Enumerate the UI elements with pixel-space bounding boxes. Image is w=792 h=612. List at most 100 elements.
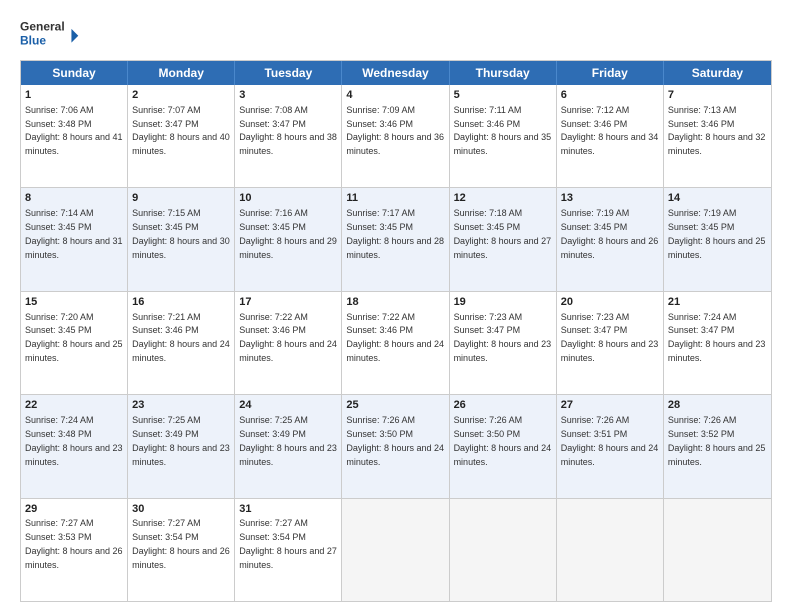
- weekday-header-thursday: Thursday: [450, 61, 557, 85]
- day-info: Sunrise: 7:23 AMSunset: 3:47 PMDaylight:…: [561, 312, 659, 363]
- day-cell-6: 6 Sunrise: 7:12 AMSunset: 3:46 PMDayligh…: [557, 85, 664, 187]
- calendar-row-4: 22 Sunrise: 7:24 AMSunset: 3:48 PMDaylig…: [21, 395, 771, 498]
- day-number: 12: [454, 191, 552, 206]
- day-info: Sunrise: 7:07 AMSunset: 3:47 PMDaylight:…: [132, 105, 230, 156]
- calendar: SundayMondayTuesdayWednesdayThursdayFrid…: [20, 60, 772, 602]
- day-info: Sunrise: 7:16 AMSunset: 3:45 PMDaylight:…: [239, 208, 337, 259]
- day-info: Sunrise: 7:22 AMSunset: 3:46 PMDaylight:…: [346, 312, 444, 363]
- day-number: 14: [668, 191, 767, 206]
- day-info: Sunrise: 7:22 AMSunset: 3:46 PMDaylight:…: [239, 312, 337, 363]
- weekday-header-friday: Friday: [557, 61, 664, 85]
- day-info: Sunrise: 7:27 AMSunset: 3:54 PMDaylight:…: [132, 518, 230, 569]
- day-cell-29: 29 Sunrise: 7:27 AMSunset: 3:53 PMDaylig…: [21, 499, 128, 601]
- day-info: Sunrise: 7:19 AMSunset: 3:45 PMDaylight:…: [668, 208, 766, 259]
- calendar-row-3: 15 Sunrise: 7:20 AMSunset: 3:45 PMDaylig…: [21, 292, 771, 395]
- day-cell-5: 5 Sunrise: 7:11 AMSunset: 3:46 PMDayligh…: [450, 85, 557, 187]
- day-cell-17: 17 Sunrise: 7:22 AMSunset: 3:46 PMDaylig…: [235, 292, 342, 394]
- day-number: 26: [454, 398, 552, 413]
- day-cell-30: 30 Sunrise: 7:27 AMSunset: 3:54 PMDaylig…: [128, 499, 235, 601]
- day-number: 9: [132, 191, 230, 206]
- day-number: 30: [132, 502, 230, 517]
- calendar-row-2: 8 Sunrise: 7:14 AMSunset: 3:45 PMDayligh…: [21, 188, 771, 291]
- day-number: 28: [668, 398, 767, 413]
- day-cell-21: 21 Sunrise: 7:24 AMSunset: 3:47 PMDaylig…: [664, 292, 771, 394]
- day-info: Sunrise: 7:09 AMSunset: 3:46 PMDaylight:…: [346, 105, 444, 156]
- day-cell-31: 31 Sunrise: 7:27 AMSunset: 3:54 PMDaylig…: [235, 499, 342, 601]
- weekday-header-wednesday: Wednesday: [342, 61, 449, 85]
- day-number: 31: [239, 502, 337, 517]
- day-number: 5: [454, 88, 552, 103]
- day-cell-13: 13 Sunrise: 7:19 AMSunset: 3:45 PMDaylig…: [557, 188, 664, 290]
- day-info: Sunrise: 7:24 AMSunset: 3:48 PMDaylight:…: [25, 415, 123, 466]
- calendar-body: 1 Sunrise: 7:06 AMSunset: 3:48 PMDayligh…: [21, 85, 771, 601]
- day-number: 13: [561, 191, 659, 206]
- weekday-header-saturday: Saturday: [664, 61, 771, 85]
- day-cell-10: 10 Sunrise: 7:16 AMSunset: 3:45 PMDaylig…: [235, 188, 342, 290]
- day-number: 11: [346, 191, 444, 206]
- svg-text:General: General: [20, 20, 65, 34]
- day-cell-28: 28 Sunrise: 7:26 AMSunset: 3:52 PMDaylig…: [664, 395, 771, 497]
- day-number: 4: [346, 88, 444, 103]
- day-info: Sunrise: 7:26 AMSunset: 3:50 PMDaylight:…: [346, 415, 444, 466]
- day-cell-4: 4 Sunrise: 7:09 AMSunset: 3:46 PMDayligh…: [342, 85, 449, 187]
- day-cell-26: 26 Sunrise: 7:26 AMSunset: 3:50 PMDaylig…: [450, 395, 557, 497]
- day-cell-empty: [557, 499, 664, 601]
- day-number: 24: [239, 398, 337, 413]
- page: General Blue SundayMondayTuesdayWednesda…: [0, 0, 792, 612]
- day-cell-19: 19 Sunrise: 7:23 AMSunset: 3:47 PMDaylig…: [450, 292, 557, 394]
- weekday-header-monday: Monday: [128, 61, 235, 85]
- day-number: 7: [668, 88, 767, 103]
- day-info: Sunrise: 7:21 AMSunset: 3:46 PMDaylight:…: [132, 312, 230, 363]
- day-number: 29: [25, 502, 123, 517]
- calendar-header-row: SundayMondayTuesdayWednesdayThursdayFrid…: [21, 61, 771, 85]
- header: General Blue: [20, 16, 772, 52]
- day-info: Sunrise: 7:24 AMSunset: 3:47 PMDaylight:…: [668, 312, 766, 363]
- day-info: Sunrise: 7:23 AMSunset: 3:47 PMDaylight:…: [454, 312, 552, 363]
- day-number: 16: [132, 295, 230, 310]
- day-cell-7: 7 Sunrise: 7:13 AMSunset: 3:46 PMDayligh…: [664, 85, 771, 187]
- day-number: 1: [25, 88, 123, 103]
- day-info: Sunrise: 7:18 AMSunset: 3:45 PMDaylight:…: [454, 208, 552, 259]
- day-cell-12: 12 Sunrise: 7:18 AMSunset: 3:45 PMDaylig…: [450, 188, 557, 290]
- day-info: Sunrise: 7:26 AMSunset: 3:52 PMDaylight:…: [668, 415, 766, 466]
- logo-svg: General Blue: [20, 16, 80, 52]
- day-info: Sunrise: 7:13 AMSunset: 3:46 PMDaylight:…: [668, 105, 766, 156]
- day-number: 22: [25, 398, 123, 413]
- day-number: 15: [25, 295, 123, 310]
- day-info: Sunrise: 7:14 AMSunset: 3:45 PMDaylight:…: [25, 208, 123, 259]
- day-info: Sunrise: 7:25 AMSunset: 3:49 PMDaylight:…: [239, 415, 337, 466]
- day-cell-11: 11 Sunrise: 7:17 AMSunset: 3:45 PMDaylig…: [342, 188, 449, 290]
- day-info: Sunrise: 7:20 AMSunset: 3:45 PMDaylight:…: [25, 312, 123, 363]
- day-cell-25: 25 Sunrise: 7:26 AMSunset: 3:50 PMDaylig…: [342, 395, 449, 497]
- day-cell-22: 22 Sunrise: 7:24 AMSunset: 3:48 PMDaylig…: [21, 395, 128, 497]
- day-cell-empty: [664, 499, 771, 601]
- day-info: Sunrise: 7:27 AMSunset: 3:53 PMDaylight:…: [25, 518, 123, 569]
- day-cell-14: 14 Sunrise: 7:19 AMSunset: 3:45 PMDaylig…: [664, 188, 771, 290]
- day-number: 10: [239, 191, 337, 206]
- day-number: 17: [239, 295, 337, 310]
- day-cell-3: 3 Sunrise: 7:08 AMSunset: 3:47 PMDayligh…: [235, 85, 342, 187]
- day-info: Sunrise: 7:06 AMSunset: 3:48 PMDaylight:…: [25, 105, 123, 156]
- day-cell-20: 20 Sunrise: 7:23 AMSunset: 3:47 PMDaylig…: [557, 292, 664, 394]
- day-info: Sunrise: 7:25 AMSunset: 3:49 PMDaylight:…: [132, 415, 230, 466]
- day-number: 8: [25, 191, 123, 206]
- day-number: 23: [132, 398, 230, 413]
- day-number: 19: [454, 295, 552, 310]
- day-info: Sunrise: 7:19 AMSunset: 3:45 PMDaylight:…: [561, 208, 659, 259]
- day-cell-empty: [450, 499, 557, 601]
- day-cell-empty: [342, 499, 449, 601]
- day-info: Sunrise: 7:11 AMSunset: 3:46 PMDaylight:…: [454, 105, 552, 156]
- day-cell-9: 9 Sunrise: 7:15 AMSunset: 3:45 PMDayligh…: [128, 188, 235, 290]
- day-cell-23: 23 Sunrise: 7:25 AMSunset: 3:49 PMDaylig…: [128, 395, 235, 497]
- day-cell-15: 15 Sunrise: 7:20 AMSunset: 3:45 PMDaylig…: [21, 292, 128, 394]
- day-info: Sunrise: 7:15 AMSunset: 3:45 PMDaylight:…: [132, 208, 230, 259]
- day-cell-16: 16 Sunrise: 7:21 AMSunset: 3:46 PMDaylig…: [128, 292, 235, 394]
- day-cell-27: 27 Sunrise: 7:26 AMSunset: 3:51 PMDaylig…: [557, 395, 664, 497]
- day-info: Sunrise: 7:08 AMSunset: 3:47 PMDaylight:…: [239, 105, 337, 156]
- day-info: Sunrise: 7:26 AMSunset: 3:51 PMDaylight:…: [561, 415, 659, 466]
- day-number: 27: [561, 398, 659, 413]
- day-cell-24: 24 Sunrise: 7:25 AMSunset: 3:49 PMDaylig…: [235, 395, 342, 497]
- day-cell-1: 1 Sunrise: 7:06 AMSunset: 3:48 PMDayligh…: [21, 85, 128, 187]
- day-number: 2: [132, 88, 230, 103]
- day-number: 3: [239, 88, 337, 103]
